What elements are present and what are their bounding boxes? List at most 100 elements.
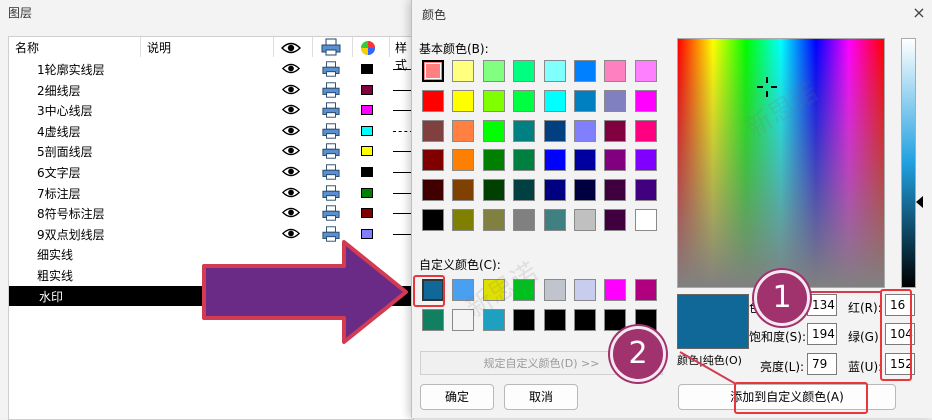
printer-icon[interactable] — [322, 122, 340, 140]
custom-color-swatch[interactable] — [482, 309, 505, 331]
layer-row[interactable]: 1轮廓实线层 — [9, 59, 413, 79]
basic-color-swatch[interactable] — [452, 89, 475, 112]
layer-color-swatch[interactable] — [361, 187, 373, 198]
basic-color-swatch[interactable] — [482, 89, 505, 112]
basic-color-swatch[interactable] — [634, 60, 657, 82]
basic-color-swatch[interactable] — [604, 179, 627, 202]
basic-color-swatch[interactable] — [543, 149, 566, 172]
basic-color-swatch[interactable] — [574, 89, 596, 112]
layer-line-style[interactable] — [393, 69, 413, 70]
column-divider[interactable] — [273, 37, 274, 57]
column-header-desc[interactable]: 说明 — [147, 39, 171, 56]
basic-color-swatch[interactable] — [604, 89, 627, 112]
layer-line-style[interactable] — [393, 130, 413, 132]
basic-color-swatch[interactable] — [604, 60, 627, 82]
column-divider[interactable] — [312, 37, 313, 57]
column-header-name[interactable]: 名称 — [15, 39, 39, 56]
basic-color-swatch[interactable] — [452, 179, 475, 202]
crosshair-icon[interactable] — [756, 76, 778, 98]
layer-line-style[interactable] — [393, 233, 413, 235]
cancel-button[interactable]: 取消 — [504, 384, 578, 410]
custom-color-swatch[interactable] — [543, 279, 566, 301]
basic-color-swatch[interactable] — [422, 89, 444, 112]
basic-color-swatch[interactable] — [422, 119, 444, 142]
ok-button[interactable]: 确定 — [420, 384, 494, 410]
basic-color-swatch[interactable] — [634, 119, 657, 142]
close-icon[interactable]: × — [910, 4, 928, 22]
basic-color-swatch[interactable] — [513, 179, 536, 202]
color-wheel-icon[interactable] — [360, 40, 376, 56]
basic-color-swatch[interactable] — [482, 60, 505, 82]
printer-icon[interactable] — [322, 81, 340, 99]
visibility-eye-icon[interactable] — [282, 166, 300, 177]
luminance-slider[interactable] — [901, 38, 916, 288]
layer-color-swatch[interactable] — [361, 208, 373, 219]
visibility-eye-icon[interactable] — [282, 84, 300, 95]
column-divider[interactable] — [140, 37, 141, 57]
basic-color-swatch[interactable] — [482, 179, 505, 202]
visibility-eye-icon[interactable] — [282, 125, 300, 136]
layer-color-swatch[interactable] — [361, 64, 373, 74]
layer-row[interactable]: 8符号标注层 — [9, 203, 413, 223]
custom-color-swatch[interactable] — [604, 279, 627, 301]
layer-line-style[interactable] — [393, 89, 413, 91]
basic-color-swatch[interactable] — [422, 209, 444, 231]
basic-color-swatch[interactable] — [513, 119, 536, 142]
basic-color-swatch[interactable] — [422, 149, 444, 172]
layer-row[interactable]: 5剖面线层 — [9, 141, 413, 161]
basic-color-swatch[interactable] — [574, 149, 596, 172]
visibility-eye-icon[interactable] — [282, 104, 300, 115]
printer-icon[interactable] — [322, 204, 340, 222]
basic-color-swatch[interactable] — [513, 89, 536, 112]
basic-color-swatch[interactable] — [543, 209, 566, 231]
luminance-arrow-icon[interactable] — [916, 196, 923, 208]
basic-color-swatch[interactable] — [604, 209, 627, 231]
basic-color-swatch[interactable] — [513, 60, 536, 82]
basic-color-swatch[interactable] — [452, 119, 475, 142]
basic-color-swatch[interactable] — [543, 89, 566, 112]
basic-color-swatch[interactable] — [574, 209, 596, 231]
printer-icon[interactable] — [321, 38, 341, 56]
basic-color-swatch[interactable] — [634, 179, 657, 202]
layer-line-style[interactable] — [393, 110, 413, 112]
layer-row[interactable]: 2细线层 — [9, 80, 413, 100]
visibility-eye-icon[interactable] — [282, 207, 300, 218]
basic-color-swatch[interactable] — [634, 149, 657, 172]
basic-color-swatch[interactable] — [422, 179, 444, 202]
basic-color-swatch[interactable] — [482, 119, 505, 142]
custom-color-swatch[interactable] — [482, 279, 505, 301]
printer-icon[interactable] — [322, 60, 340, 78]
layer-color-swatch[interactable] — [361, 167, 373, 177]
layer-color-swatch[interactable] — [361, 125, 373, 136]
basic-color-swatch[interactable] — [513, 209, 536, 231]
layer-line-style[interactable] — [393, 151, 413, 153]
printer-icon[interactable] — [322, 101, 340, 119]
custom-color-swatch[interactable] — [513, 279, 536, 301]
custom-color-swatch[interactable] — [543, 309, 566, 331]
layer-row[interactable]: 7标注层 — [9, 183, 413, 203]
layer-line-style[interactable] — [393, 172, 413, 173]
basic-color-swatch[interactable] — [634, 209, 657, 231]
custom-color-swatch[interactable] — [422, 309, 444, 331]
visibility-eye-icon[interactable] — [282, 187, 300, 198]
column-divider[interactable] — [352, 37, 353, 57]
layer-row[interactable]: 4虚线层 — [9, 121, 413, 141]
basic-color-swatch[interactable] — [634, 89, 657, 112]
basic-color-swatch[interactable] — [452, 149, 475, 172]
layer-row[interactable]: 6文字层 — [9, 162, 413, 182]
custom-color-swatch[interactable] — [513, 309, 536, 331]
basic-color-swatch[interactable] — [452, 60, 475, 82]
basic-color-swatch[interactable] — [543, 179, 566, 202]
visibility-eye-icon[interactable] — [281, 42, 301, 54]
basic-color-swatch[interactable] — [513, 149, 536, 172]
layer-color-swatch[interactable] — [361, 146, 373, 157]
basic-color-swatch[interactable] — [574, 119, 596, 142]
basic-color-swatch[interactable] — [604, 149, 627, 172]
basic-color-swatch[interactable] — [543, 60, 566, 82]
basic-color-swatch[interactable] — [574, 60, 596, 82]
layer-line-style[interactable] — [393, 213, 413, 215]
layer-color-swatch[interactable] — [361, 84, 373, 95]
visibility-eye-icon[interactable] — [282, 145, 300, 156]
visibility-eye-icon[interactable] — [282, 63, 300, 74]
custom-color-swatch[interactable] — [574, 279, 596, 301]
